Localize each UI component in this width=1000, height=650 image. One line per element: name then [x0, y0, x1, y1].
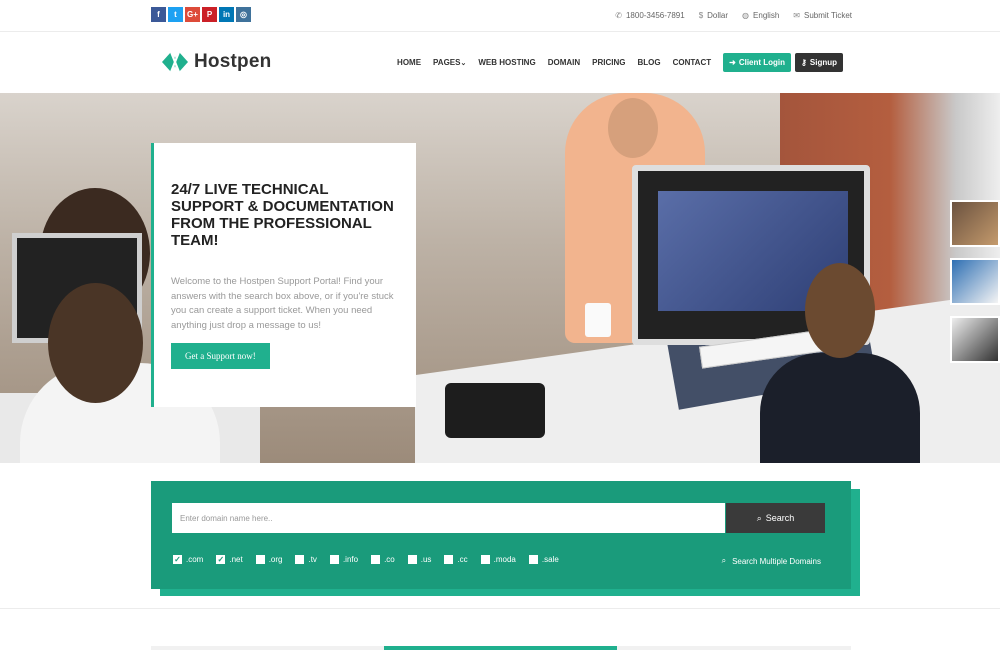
tld-label: .cc	[457, 555, 468, 564]
tabs-strip	[151, 646, 851, 650]
phone-icon: ✆	[615, 11, 622, 20]
hero-photo-person	[805, 263, 875, 358]
search-icon: ⌕	[756, 512, 762, 523]
language-label: English	[753, 11, 780, 20]
dollar-icon: $	[698, 11, 704, 20]
login-icon: ➜	[729, 58, 736, 67]
get-support-button[interactable]: Get a Support now!	[171, 343, 270, 369]
hero-photo-person	[760, 353, 920, 463]
tld-label: .net	[229, 555, 243, 564]
domain-search-input[interactable]: Enter domain name here..	[172, 503, 725, 533]
nav-pages-label: PAGES	[433, 58, 461, 67]
section-divider	[0, 608, 1000, 609]
pinterest-icon[interactable]: P	[202, 7, 217, 22]
nav-domain[interactable]: DOMAIN	[548, 58, 580, 67]
submit-ticket-label: Submit Ticket	[803, 11, 852, 20]
tld-checkbox[interactable]	[255, 555, 265, 564]
main-nav: HOME PAGES⌄ WEB HOSTING DOMAIN PRICING B…	[397, 53, 843, 72]
social-links: f t G+ P in ◎	[151, 7, 251, 22]
tld-checkbox[interactable]	[528, 555, 538, 564]
search-multiple-label: Search Multiple Domains	[732, 556, 821, 566]
hero-description: Welcome to the Hostpen Support Portal! F…	[171, 276, 394, 331]
search-icon: ⌕	[721, 556, 727, 565]
tld-option[interactable]: ✓ .net	[216, 555, 243, 564]
tld-label: .us	[420, 555, 432, 564]
tld-option[interactable]: ✓ .com	[173, 555, 203, 564]
side-thumbnails	[950, 200, 1000, 374]
globe-icon: ◍	[742, 11, 750, 20]
thumbnail[interactable]	[950, 258, 1000, 305]
tld-option[interactable]: .co	[371, 555, 395, 564]
tld-checkbox[interactable]: ✓	[216, 555, 226, 564]
phone-link[interactable]: ✆ 1800-3456-7891	[615, 11, 684, 20]
domain-search-button[interactable]: ⌕ Search	[726, 503, 825, 533]
nav-pricing[interactable]: PRICING	[592, 58, 625, 67]
nav-pages[interactable]: PAGES⌄	[433, 58, 466, 67]
tld-option[interactable]: .info	[329, 555, 359, 564]
tld-options: ✓ .com ✓ .net .org .tv .info .co .us .cc .moda .sal…	[173, 555, 572, 564]
tld-label: .com	[186, 555, 204, 564]
twitter-icon[interactable]: t	[168, 7, 183, 22]
chevron-down-icon: ⌄	[460, 60, 467, 67]
tld-checkbox[interactable]	[407, 555, 417, 564]
submit-ticket-link[interactable]: ✉ Submit Ticket	[793, 11, 852, 20]
signup-button[interactable]: ⚷ Signup	[795, 53, 843, 72]
thumbnail[interactable]	[950, 200, 1000, 247]
mail-icon: ✉	[793, 11, 800, 20]
hero-photo-phone	[445, 383, 545, 438]
domain-search-box: Enter domain name here.. ⌕ Search ✓ .com ✓…	[151, 481, 851, 589]
nav-home[interactable]: HOME	[397, 58, 421, 67]
hero-card: 24/7 Live Technical Support & Documentat…	[151, 143, 416, 407]
tld-label: .tv	[308, 555, 317, 564]
tld-checkbox[interactable]	[444, 555, 454, 564]
nav-contact[interactable]: CONTACT	[673, 58, 712, 67]
tld-label: .co	[384, 555, 395, 564]
currency-selector[interactable]: $ Dollar	[699, 11, 728, 20]
client-login-button[interactable]: ➜ Client Login	[723, 53, 792, 72]
tld-label: .org	[268, 555, 283, 564]
tld-checkbox[interactable]	[371, 555, 381, 564]
signup-label: Signup	[809, 58, 837, 67]
nav-web-hosting[interactable]: WEB HOSTING	[478, 58, 535, 67]
tld-checkbox[interactable]: ✓	[173, 555, 182, 564]
hero-photo-person	[608, 98, 658, 158]
language-selector[interactable]: ◍ English	[742, 11, 779, 20]
thumbnail[interactable]	[950, 316, 1000, 363]
facebook-icon[interactable]: f	[151, 7, 166, 22]
tld-option[interactable]: .cc	[444, 555, 468, 564]
hero-title: 24/7 Live Technical Support & Documentat…	[171, 181, 394, 249]
domain-search-label: Search	[765, 513, 795, 523]
tld-option[interactable]: .moda	[480, 555, 516, 564]
tld-label: .info	[342, 555, 359, 564]
top-bar: f t G+ P in ◎ ✆ 1800-3456-7891 $ Dollar …	[0, 0, 1000, 32]
tld-option[interactable]: .tv	[295, 555, 317, 564]
top-right-links: ✆ 1800-3456-7891 $ Dollar ◍ English ✉ Su…	[615, 11, 852, 20]
tld-label: .moda	[493, 555, 516, 564]
domain-search-section: Enter domain name here.. ⌕ Search ✓ .com ✓…	[151, 481, 860, 596]
key-icon: ⚷	[801, 58, 807, 67]
logo[interactable]: Hostpen	[160, 48, 271, 76]
linkedin-icon[interactable]: in	[219, 7, 234, 22]
hero-photo-cup	[585, 303, 611, 337]
hero-banner: 24/7 Live Technical Support & Documentat…	[0, 93, 1000, 463]
tld-option[interactable]: .sale	[528, 555, 559, 564]
tld-checkbox[interactable]	[329, 555, 339, 564]
currency-label: Dollar	[707, 11, 729, 20]
instagram-icon[interactable]: ◎	[236, 7, 251, 22]
active-tab-indicator	[384, 646, 617, 650]
logo-icon	[162, 51, 188, 73]
tld-option[interactable]: .org	[255, 555, 283, 564]
tld-option[interactable]: .us	[407, 555, 432, 564]
client-login-label: Client Login	[738, 58, 786, 67]
main-header: Hostpen HOME PAGES⌄ WEB HOSTING DOMAIN P…	[0, 32, 1000, 93]
googleplus-icon[interactable]: G+	[185, 7, 200, 22]
search-multiple-link[interactable]: ⌕ Search Multiple Domains	[722, 556, 821, 566]
logo-text: Hostpen	[194, 51, 272, 72]
phone-number: 1800-3456-7891	[625, 11, 685, 20]
tld-label: .sale	[541, 555, 559, 564]
tld-checkbox[interactable]	[295, 555, 305, 564]
nav-blog[interactable]: BLOG	[637, 58, 660, 67]
hero-photo-person	[48, 283, 143, 403]
tld-checkbox[interactable]	[480, 555, 490, 564]
